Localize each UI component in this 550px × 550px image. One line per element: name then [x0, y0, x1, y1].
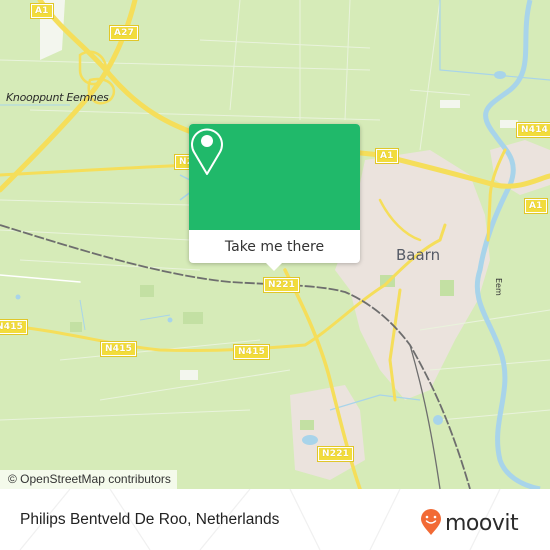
popup-header[interactable]	[189, 124, 360, 230]
road-label-a1-east: A1	[524, 198, 548, 214]
map-view[interactable]: A1 A27 N2 N414 A1 A1 N221 N415 N415 N415…	[0, 0, 550, 489]
moovit-pin-icon	[420, 508, 442, 540]
popup-pointer	[265, 262, 283, 271]
place-label-eem: Eem	[494, 278, 503, 296]
road-n-west	[0, 163, 192, 177]
road-label-a1: A1	[30, 3, 54, 19]
map-attribution[interactable]: © OpenStreetMap contributors	[0, 470, 177, 489]
place-label-baarn: Baarn	[396, 246, 441, 264]
location-popup: Take me there	[189, 124, 360, 271]
road-n221-west	[0, 274, 81, 283]
road-a1-west	[37, 0, 203, 138]
road-label-a27: A27	[108, 25, 140, 41]
road-label-n415-east: N415	[232, 344, 271, 360]
road-label-n221-bottom: N221	[316, 446, 355, 462]
place-name: Philips Bentveld De Roo, Netherlands	[20, 511, 280, 528]
road-label-n414: N414	[515, 122, 550, 138]
place-label-knooppunt-eemnes: Knooppunt Eemnes	[6, 91, 109, 104]
footer: Philips Bentveld De Roo, Netherlands moo…	[0, 489, 550, 550]
moovit-wordmark: moovit	[445, 511, 519, 536]
take-me-there-button[interactable]: Take me there	[189, 230, 360, 263]
road-label-n415-west: N415	[0, 319, 29, 335]
moovit-logo[interactable]: moovit	[420, 508, 519, 540]
road-label-a1-ne: A1	[375, 148, 399, 164]
road-label-n415-mid: N415	[99, 341, 138, 357]
road-label-n221-top: N221	[262, 277, 301, 293]
